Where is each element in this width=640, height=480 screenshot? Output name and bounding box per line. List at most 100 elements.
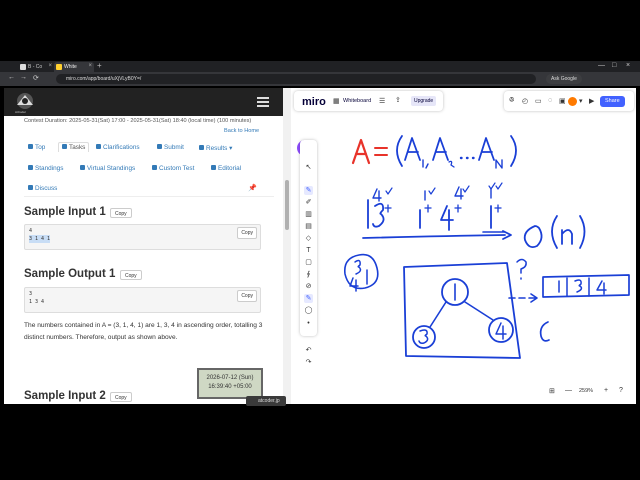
close-tab-icon[interactable]: × xyxy=(48,63,52,69)
help-icon[interactable]: ? xyxy=(619,387,623,394)
undo-icon[interactable]: ↶ xyxy=(304,346,313,355)
pen-tool-icon[interactable]: ✎ xyxy=(304,186,313,195)
stroke-partial-o xyxy=(539,321,550,342)
hamburger-menu-icon[interactable] xyxy=(257,97,269,107)
board-name[interactable]: Whiteboard xyxy=(343,98,371,104)
comment-icon[interactable]: ▢ xyxy=(304,258,313,267)
close-tab-icon[interactable]: × xyxy=(88,63,92,69)
avatar[interactable] xyxy=(568,97,577,106)
stroke-an xyxy=(478,137,495,161)
redo-icon[interactable]: ↷ xyxy=(304,358,313,367)
tab-label: Standings xyxy=(35,165,64,172)
tab-label: Custom Test xyxy=(159,165,195,172)
whiteboard-canvas[interactable] xyxy=(291,88,636,404)
video-icon[interactable]: ▭ xyxy=(535,97,542,105)
upgrade-button[interactable]: Upgrade xyxy=(411,96,437,106)
left-scrollbar[interactable] xyxy=(283,88,291,404)
close-window-button[interactable]: × xyxy=(626,62,630,69)
tab-label: Virtual Standings xyxy=(87,165,136,172)
contest-duration: Contest Duration: 2025-05-31(Sat) 17:00 … xyxy=(24,118,252,124)
stroke-digit-4 xyxy=(440,205,454,231)
chat-icon[interactable]: ◌ xyxy=(548,97,552,104)
tab-top[interactable]: Top xyxy=(28,144,45,151)
tab-standings[interactable]: Standings xyxy=(28,165,63,172)
copy-button[interactable]: Copy xyxy=(110,392,132,402)
tab-submit[interactable]: Submit xyxy=(157,144,184,151)
tasks-icon xyxy=(62,144,67,149)
stroke-plus-marks xyxy=(384,204,502,213)
export-icon[interactable]: ⇪ xyxy=(395,96,401,104)
minimize-button[interactable]: — xyxy=(598,62,605,69)
frame-tool-icon[interactable]: ▥ xyxy=(304,210,313,219)
stroke-array-box xyxy=(542,274,630,298)
standings-icon xyxy=(80,165,85,170)
browser-tab-miro[interactable]: White × xyxy=(54,62,94,72)
text-tool-icon[interactable]: T xyxy=(304,246,313,255)
back-home-link[interactable]: Back to Home xyxy=(224,128,259,134)
pen-tool-icon[interactable]: ✐ xyxy=(304,198,313,207)
miro-top-left-bar: miro Whiteboard ▦ ☰ ⇪ Upgrade xyxy=(294,91,443,111)
browser-tab-atcoder[interactable]: B - Co × xyxy=(18,62,54,72)
back-icon[interactable]: ← xyxy=(8,74,15,81)
timer-icon[interactable]: ◴ xyxy=(522,97,528,105)
stroke-a2 xyxy=(432,137,449,161)
screen: B - Co × White × + — □ × ← → ⟳ miro.com/… xyxy=(0,0,640,480)
stroke-digit-3 xyxy=(372,202,385,228)
tab-label: Editorial xyxy=(218,165,242,172)
select-tool-icon[interactable]: ↖ xyxy=(304,163,313,172)
explanation-text: The numbers contained in A = (3, 1, 4, 1… xyxy=(24,322,263,341)
fit-icon[interactable]: ⊞ xyxy=(549,387,555,395)
copy-button[interactable]: Copy xyxy=(110,208,132,218)
zoom-level: 259% xyxy=(579,388,594,394)
tab-tasks[interactable]: Tasks xyxy=(58,142,90,152)
tab-custom-test[interactable]: Custom Test xyxy=(152,165,194,172)
copy-button[interactable]: Copy xyxy=(237,290,257,302)
clock-date: 2026-07-12 (Sun) xyxy=(206,375,254,381)
size-icon[interactable]: • xyxy=(304,319,313,328)
taskbar-item-atcoder[interactable]: atcoder.jp xyxy=(246,396,286,406)
tab-label: Tasks xyxy=(69,144,86,151)
color-icon[interactable]: ◯ xyxy=(304,306,313,315)
shape-tool-icon[interactable]: ◇ xyxy=(304,234,313,243)
tab-results[interactable]: Results ▾ xyxy=(199,144,232,152)
stroke-dashed-arrow xyxy=(508,293,538,303)
tab-virtual-standings[interactable]: Virtual Standings xyxy=(80,165,135,172)
sticky-note-icon[interactable]: ▤ xyxy=(304,222,313,231)
tab-discuss[interactable]: Discuss xyxy=(28,185,57,192)
miro-board[interactable]: miro Whiteboard ▦ ☰ ⇪ Upgrade ꔮ ◴ ▭ ◌ ▣ … xyxy=(291,88,636,404)
stroke-o-of-n xyxy=(523,215,586,249)
share-button[interactable]: Share xyxy=(600,96,625,107)
tab-editorial[interactable]: Editorial xyxy=(211,165,241,172)
pin-icon[interactable]: 📌 xyxy=(248,184,257,192)
copy-button[interactable]: Copy xyxy=(237,227,257,239)
chevron-down-icon[interactable]: ▾ xyxy=(579,97,583,105)
ask-google-button[interactable]: Ask Google xyxy=(546,74,582,84)
tab-label: Top xyxy=(35,144,46,151)
tab-label: Clarifications xyxy=(103,144,140,151)
highlighter-icon[interactable]: ✎ xyxy=(304,294,313,303)
zoom-out-button[interactable]: — xyxy=(565,387,572,394)
stroke-question xyxy=(516,258,527,280)
maximize-button[interactable]: □ xyxy=(612,62,616,69)
marker-icon[interactable]: ∮ xyxy=(304,270,313,279)
clock-time: 16:39:40 +05:00 xyxy=(208,384,252,390)
forward-icon[interactable]: → xyxy=(20,74,27,81)
zoom-in-button[interactable]: + xyxy=(604,387,608,394)
copy-button[interactable]: Copy xyxy=(120,270,142,280)
stroke-node-4-label xyxy=(495,322,507,340)
tab-clarifications[interactable]: Clarifications xyxy=(96,144,140,151)
board-icon: ▦ xyxy=(333,98,340,105)
new-tab-button[interactable]: + xyxy=(97,61,102,70)
play-icon[interactable]: ▶ xyxy=(589,97,594,105)
atcoder-header: AtCoder xyxy=(4,88,283,116)
miro-logo[interactable]: miro xyxy=(302,96,326,108)
sample-output-1-block: 3 1 3 4 Copy xyxy=(24,287,261,313)
address-input[interactable]: miro.com/app/board/uXjVLyB0Y=/ xyxy=(56,74,536,84)
settings-icon[interactable]: ☰ xyxy=(379,97,385,105)
reload-icon[interactable]: ⟳ xyxy=(33,74,39,82)
left-scrollbar-thumb[interactable] xyxy=(285,180,289,230)
lasso-icon[interactable]: ⊘ xyxy=(304,282,313,291)
stroke-note-digits xyxy=(349,259,368,292)
reactions-icon[interactable]: ꔮ xyxy=(509,97,514,105)
present-icon[interactable]: ▣ xyxy=(559,97,566,105)
